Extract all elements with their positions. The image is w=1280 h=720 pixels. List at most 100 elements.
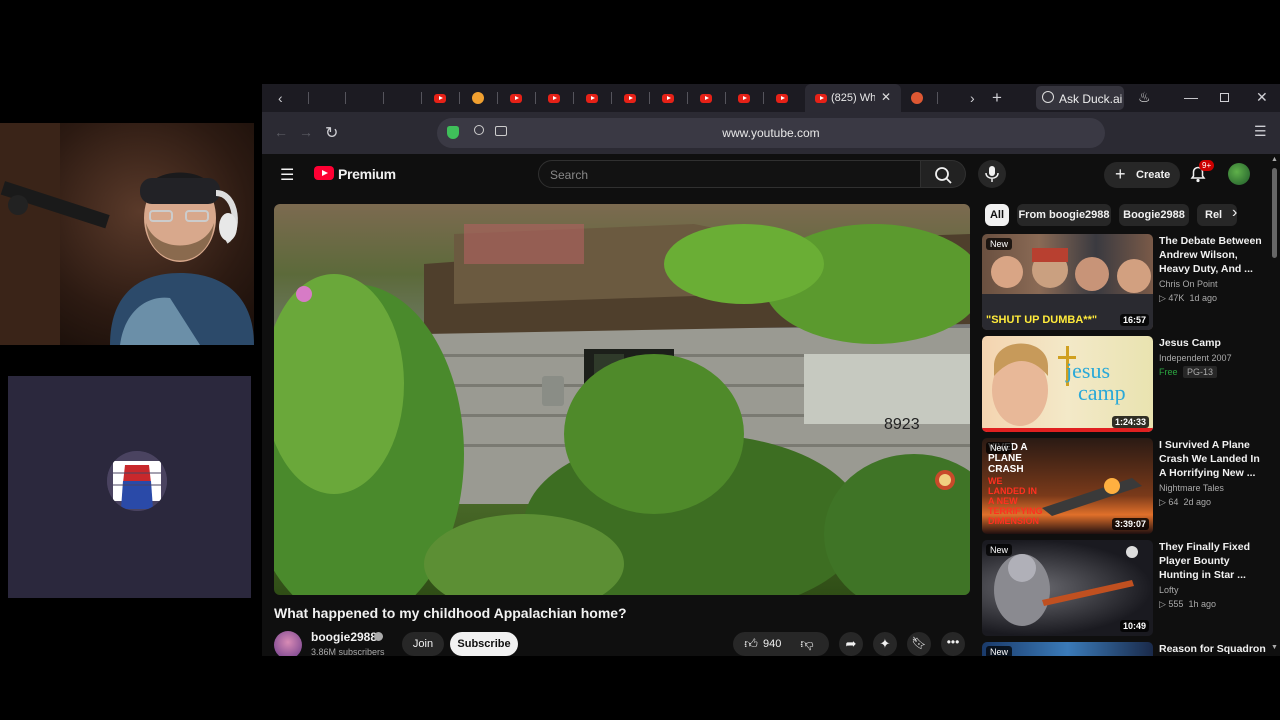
plus-icon: + — [1115, 164, 1126, 184]
video-thumbnail[interactable]: New 10:49 — [982, 540, 1153, 636]
youtube-tab-icon[interactable] — [548, 94, 560, 103]
channel-avatar[interactable] — [274, 631, 302, 656]
recommendation-title[interactable]: They Finally Fixed Player Bounty Hunting… — [1159, 540, 1267, 582]
verified-icon — [374, 632, 383, 641]
video-player[interactable]: 8923 — [274, 204, 970, 595]
video-frame-image: 8923 — [274, 224, 970, 595]
chip-all[interactable]: All — [985, 204, 1009, 226]
url-text: www.youtube.com — [722, 126, 820, 140]
recommendation-title[interactable]: I Survived A Plane Crash We Landed In A … — [1159, 438, 1267, 480]
address-bar[interactable]: www.youtube.com — [437, 118, 1105, 148]
chip-boogie2988[interactable]: Boogie2988 — [1119, 204, 1189, 226]
recommendation-item[interactable]: VIVED A PLANE CRASH WE LANDED IN A NEW T… — [982, 438, 1272, 534]
fire-icon[interactable]: ♨ — [1138, 89, 1151, 106]
video-duration: 10:49 — [1119, 620, 1149, 632]
dislike-icon[interactable]: 👎︎ — [799, 636, 815, 652]
duckduckgo-tab-icon[interactable] — [911, 92, 923, 104]
filter-chips: All From boogie2988 Boogie2988 Rel — [982, 204, 1252, 228]
scroll-down-icon[interactable]: ▼ — [1271, 644, 1278, 651]
recommendation-stats: Free PG-13 — [1159, 366, 1218, 378]
spiderman-avatar — [107, 451, 167, 511]
page-scrollbar[interactable]: ▲ ▼ — [1269, 154, 1280, 656]
youtube-tab-icon[interactable] — [700, 94, 712, 103]
recommendation-item[interactable]: New Reason for Squadron — [982, 642, 1272, 656]
orange-tab-icon[interactable] — [472, 92, 484, 104]
notifications-button[interactable]: 9+ — [1188, 160, 1215, 184]
ask-ai-button[interactable]: ✦ — [873, 632, 897, 656]
recommendation-channel[interactable]: Lofty — [1159, 585, 1179, 595]
stream-avatar-panel — [8, 376, 251, 598]
browser-toolbar: ← → ↻ www.youtube.com ☰ — [262, 112, 1280, 154]
youtube-tab-icon[interactable] — [662, 94, 674, 103]
recommendation-title[interactable]: The Debate Between Andrew Wilson, Heavy … — [1159, 234, 1267, 276]
recommendation-channel[interactable]: Nightmare Tales — [1159, 483, 1224, 493]
recommendation-title[interactable]: Jesus Camp — [1159, 336, 1267, 350]
search-button[interactable] — [921, 160, 966, 188]
join-button[interactable]: Join — [402, 632, 444, 656]
chip-related[interactable]: Rel — [1197, 204, 1237, 226]
youtube-tab-icon[interactable] — [776, 94, 788, 103]
youtube-tab-icon — [815, 94, 827, 103]
ask-duck-ai-label: Ask Duck.ai — [1059, 92, 1123, 106]
channel-name[interactable]: boogie2988 — [311, 630, 377, 644]
create-button[interactable]: + Create — [1104, 162, 1180, 188]
video-thumbnail[interactable]: jesus camp 1:24:33 — [982, 336, 1153, 432]
youtube-tab-icon[interactable] — [624, 94, 636, 103]
new-badge: New — [986, 646, 1013, 656]
like-dislike-group: 👍︎ 940 👎︎ — [733, 632, 829, 656]
ask-duck-ai-button[interactable]: Ask Duck.ai — [1036, 86, 1124, 110]
thumbnail-caption: "SHUT UP DUMBA**" — [986, 314, 1098, 326]
chips-next-icon[interactable]: › — [1232, 204, 1237, 222]
reload-icon[interactable]: ↻ — [325, 123, 338, 143]
recommendation-channel[interactable]: Independent 2007 — [1159, 353, 1232, 363]
close-tab-icon[interactable]: ✕ — [881, 90, 891, 104]
like-icon[interactable]: 👍︎ — [743, 636, 759, 652]
tab-separator — [459, 92, 460, 104]
youtube-tab-icon[interactable] — [586, 94, 598, 103]
hamburger-menu-icon[interactable]: ☰ — [280, 165, 294, 185]
video-duration: 1:24:33 — [1111, 416, 1149, 428]
tab-separator — [687, 92, 688, 104]
more-actions-button[interactable]: ••• — [941, 632, 965, 656]
maximize-icon[interactable] — [1220, 93, 1229, 102]
minimize-icon[interactable]: — — [1184, 89, 1198, 105]
account-avatar[interactable] — [1228, 163, 1250, 185]
youtube-tab-icon[interactable] — [434, 94, 446, 103]
save-button[interactable]: 🔖︎ — [907, 632, 931, 656]
recommendation-item[interactable]: New 10:49 They Finally Fixed Player Boun… — [982, 540, 1272, 636]
recommendation-channel[interactable]: Chris On Point — [1159, 279, 1218, 289]
video-thumbnail[interactable]: "SHUT UP DUMBA**" New 16:57 — [982, 234, 1153, 330]
scroll-up-icon[interactable]: ▲ — [1271, 156, 1278, 163]
chip-from-channel[interactable]: From boogie2988 — [1017, 204, 1111, 226]
subscribe-button[interactable]: Subscribe — [450, 632, 518, 656]
video-thumbnail[interactable]: New — [982, 642, 1153, 656]
youtube-tab-icon[interactable] — [510, 94, 522, 103]
sparkle-icon: ✦ — [879, 636, 891, 651]
recommendation-stats: ▷ 555 1h ago — [1159, 599, 1216, 609]
tab-scroll-left-icon[interactable]: ‹ — [278, 90, 283, 106]
active-tab[interactable]: (825) Wh ✕ — [805, 84, 901, 112]
recommendation-title[interactable]: Reason for Squadron — [1159, 642, 1267, 656]
new-tab-icon[interactable]: + — [992, 88, 1002, 108]
youtube-premium-logo[interactable]: Premium — [338, 166, 396, 182]
thumbnail-caption: WE LANDED IN A NEW TERRIFYING DIMENSION — [988, 476, 1043, 526]
forward-icon[interactable]: → — [299, 124, 313, 140]
youtube-tab-icon[interactable] — [738, 94, 750, 103]
back-icon[interactable]: ← — [274, 124, 288, 140]
new-badge: New — [986, 544, 1013, 556]
search-input[interactable]: Search — [538, 160, 921, 188]
recommendation-item[interactable]: jesus camp 1:24:33 Jesus Camp Independen… — [982, 336, 1272, 432]
share-button[interactable]: ➦ — [839, 632, 863, 656]
tab-separator — [763, 92, 764, 104]
close-window-icon[interactable]: ✕ — [1256, 89, 1268, 106]
browser-menu-icon[interactable]: ☰ — [1254, 123, 1267, 140]
video-thumbnail[interactable]: VIVED A PLANE CRASH WE LANDED IN A NEW T… — [982, 438, 1153, 534]
video-title: What happened to my childhood Appalachia… — [274, 605, 627, 621]
tab-scroll-right-icon[interactable]: › — [970, 90, 975, 106]
recommendation-item[interactable]: "SHUT UP DUMBA**" New 16:57 The Debate B… — [982, 234, 1272, 330]
scrollbar-thumb[interactable] — [1272, 168, 1277, 258]
voice-search-button[interactable] — [978, 160, 1006, 188]
house-number: 8923 — [884, 416, 920, 433]
youtube-logo-icon[interactable] — [314, 166, 334, 180]
video-duration: 3:39:07 — [1111, 518, 1149, 530]
